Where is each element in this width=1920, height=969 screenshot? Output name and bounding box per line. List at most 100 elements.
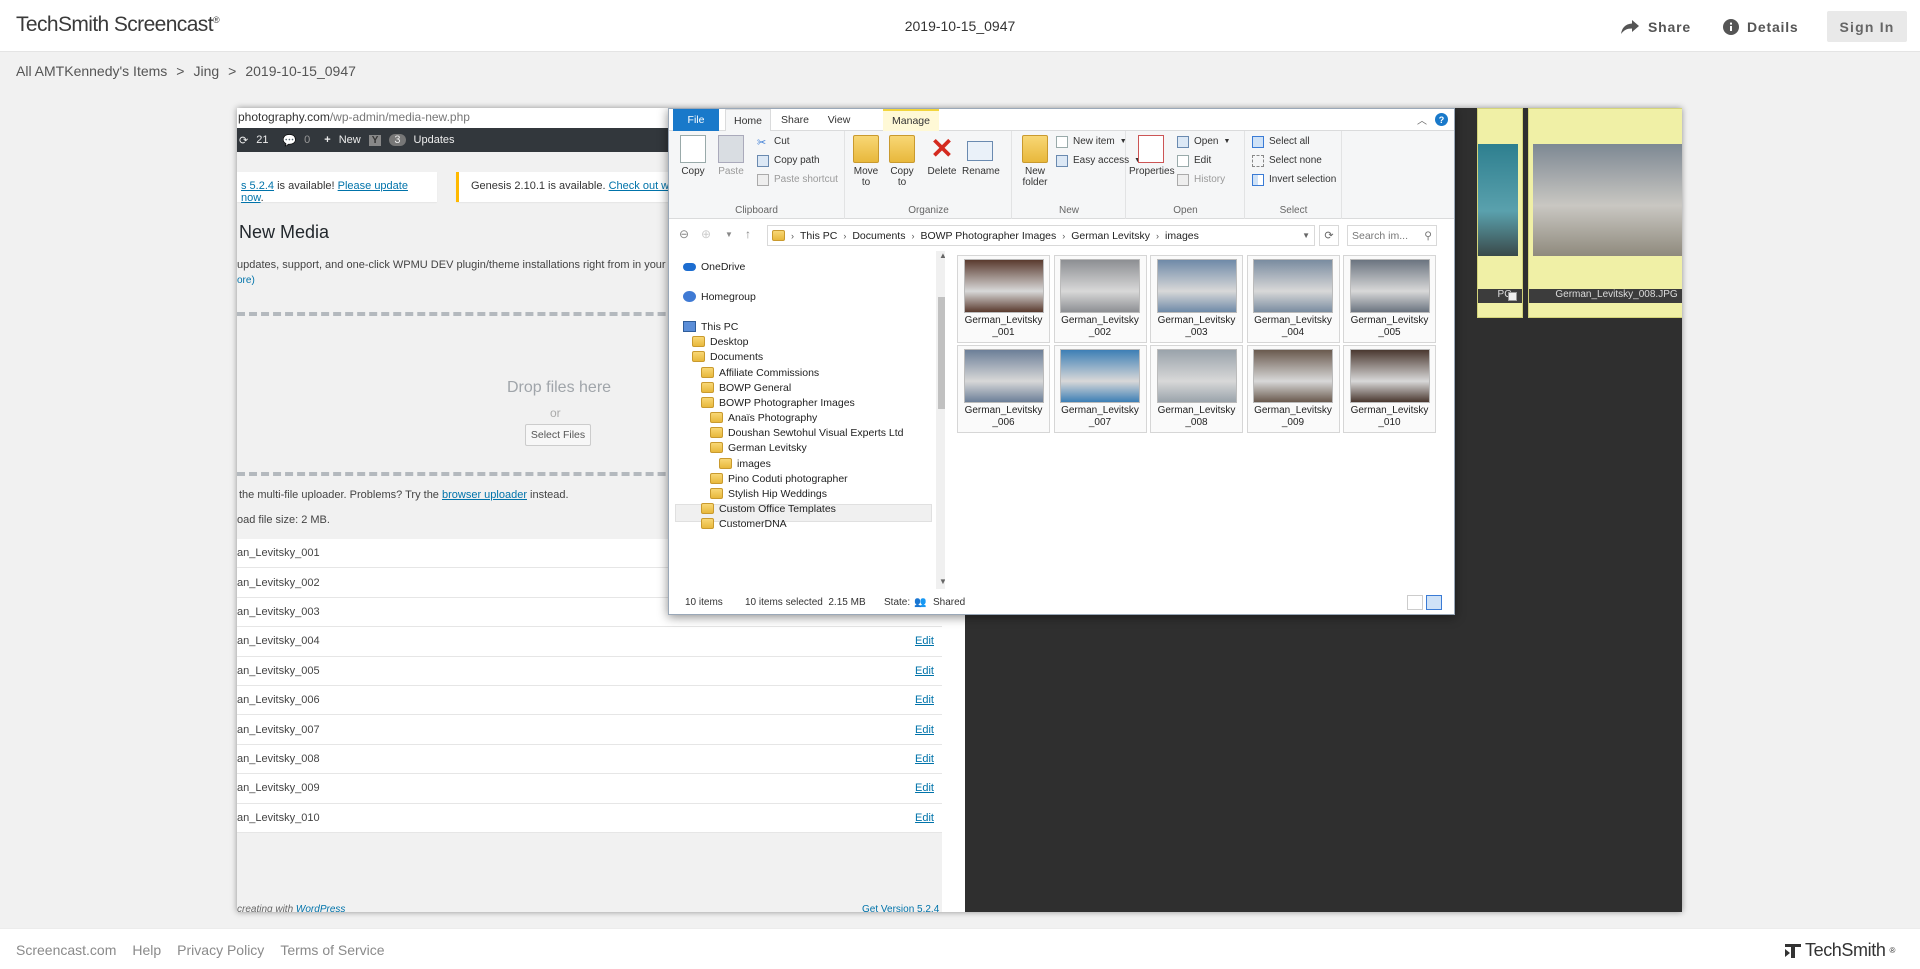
file-thumbnail: [1349, 259, 1430, 313]
move-to-icon: [853, 135, 879, 163]
select-all-button[interactable]: Select all: [1252, 133, 1310, 150]
nav-scrollbar[interactable]: ▲ ▼: [936, 251, 945, 589]
footer-link-screencast[interactable]: Screencast.com: [16, 942, 116, 958]
footer-link-privacy[interactable]: Privacy Policy: [177, 942, 264, 958]
copy-path-button[interactable]: Copy path: [757, 152, 820, 169]
shared-users-icon: 👥: [914, 597, 927, 608]
refresh-icon[interactable]: ⟳: [1319, 225, 1339, 246]
onedrive-cloud-icon: [683, 262, 696, 271]
uploaded-file-row: an_Levitsky_007 Edit: [237, 715, 942, 745]
folder-icon: [701, 367, 714, 378]
file-tile[interactable]: German_Levitsky _002: [1053, 255, 1147, 343]
details-view-icon[interactable]: [1407, 595, 1423, 610]
new-folder-icon: [1022, 135, 1048, 163]
scroll-down-arrow-icon[interactable]: ▼: [939, 577, 945, 586]
rename-button[interactable]: Rename: [962, 135, 1000, 177]
techsmith-logo[interactable]: TechSmith ®: [1785, 940, 1895, 961]
path-separator: ›: [1156, 230, 1160, 241]
tab-share[interactable]: Share: [775, 109, 815, 131]
easy-access-icon: [1056, 154, 1068, 167]
address-path[interactable]: › This PC › Documents › BOWP Photographe…: [767, 225, 1315, 246]
up-arrow-icon[interactable]: ↑: [745, 227, 751, 241]
address-dropdown-icon[interactable]: ▼: [1302, 231, 1310, 240]
file-tile[interactable]: German_Levitsky _006: [957, 345, 1050, 433]
uploaded-file-name: an_Levitsky_009: [237, 782, 320, 795]
path-documents[interactable]: Documents: [852, 230, 905, 242]
collapse-ribbon-icon[interactable]: ︿: [1417, 112, 1427, 127]
file-tile[interactable]: German_Levitsky _007: [1053, 345, 1147, 433]
footer-link-help[interactable]: Help: [132, 942, 161, 958]
edit-button[interactable]: Edit: [1177, 152, 1211, 169]
wp-footer-version: Get Version 5.2.4: [862, 904, 940, 912]
breadcrumb-all-items[interactable]: All AMTKennedy's Items: [16, 63, 167, 79]
breadcrumb: All AMTKennedy's Items > Jing > 2019-10-…: [16, 63, 356, 79]
path-this-pc[interactable]: This PC: [800, 230, 837, 242]
cut-button[interactable]: ✂ Cut: [757, 133, 790, 150]
tab-file[interactable]: File: [673, 109, 719, 131]
tree-item-label: images: [737, 457, 771, 470]
tree-item[interactable]: OneDrive: [683, 258, 745, 275]
copy-button[interactable]: Copy: [675, 135, 711, 177]
uploaded-file-name: an_Levitsky_005: [237, 664, 320, 677]
folder-icon: [701, 518, 714, 529]
tab-home[interactable]: Home: [725, 109, 771, 131]
path-separator: ›: [1062, 230, 1066, 241]
file-name-line: German_Levitsky: [1157, 405, 1236, 416]
edit-link: Edit: [915, 811, 934, 824]
move-to-button[interactable]: Move to: [848, 135, 884, 188]
scroll-up-arrow-icon[interactable]: ▲: [939, 251, 945, 260]
folder-icon: [710, 488, 723, 499]
large-icons-view-icon[interactable]: [1426, 595, 1442, 610]
paste-button[interactable]: Paste: [713, 135, 749, 177]
paste-shortcut-button[interactable]: Paste shortcut: [757, 171, 838, 188]
forward-arrow-icon[interactable]: ⊕: [701, 227, 711, 241]
file-tile[interactable]: German_Levitsky _010: [1343, 345, 1436, 433]
file-name-line: German_Levitsky: [1061, 315, 1139, 326]
tree-item[interactable]: Documents: [692, 348, 763, 365]
tab-view[interactable]: View: [819, 109, 859, 131]
footer-link-terms[interactable]: Terms of Service: [280, 942, 384, 958]
path-german-levitsky[interactable]: German Levitsky: [1071, 230, 1150, 242]
file-tile[interactable]: German_Levitsky _008: [1150, 345, 1243, 433]
share-arrow-icon: [1621, 20, 1639, 34]
recent-dropdown-icon[interactable]: ▼: [725, 230, 733, 239]
delete-x-icon: ✕: [930, 133, 954, 164]
details-button[interactable]: Details: [1723, 16, 1799, 38]
tree-item[interactable]: German Levitsky: [710, 439, 807, 456]
new-item-button[interactable]: New item ▼: [1056, 133, 1127, 150]
file-tile[interactable]: German_Levitsky _001: [957, 255, 1050, 343]
path-bowp[interactable]: BOWP Photographer Images: [920, 230, 1056, 242]
path-images[interactable]: images: [1165, 230, 1199, 242]
sign-in-button[interactable]: Sign In: [1827, 11, 1907, 42]
uploaded-file-name: an_Levitsky_006: [237, 694, 320, 707]
tree-item[interactable]: CustomerDNA: [701, 515, 787, 532]
properties-button[interactable]: Properties: [1129, 135, 1175, 177]
help-icon[interactable]: ?: [1435, 113, 1448, 126]
file-tile[interactable]: German_Levitsky _003: [1150, 255, 1243, 343]
file-thumbnail: [963, 259, 1044, 313]
file-tile[interactable]: German_Levitsky _009: [1246, 345, 1340, 433]
delete-button[interactable]: ✕ Delete: [924, 133, 960, 178]
tree-item-label: CustomerDNA: [719, 517, 787, 530]
breadcrumb-jing[interactable]: Jing: [193, 63, 219, 79]
new-folder-button[interactable]: New folder: [1017, 135, 1053, 188]
tree-item[interactable]: Homegroup: [683, 288, 756, 305]
share-button[interactable]: Share: [1620, 16, 1691, 38]
status-item-count: 10 items: [685, 597, 723, 608]
history-button[interactable]: History: [1177, 171, 1225, 188]
search-input[interactable]: Search im... ⚲: [1347, 225, 1437, 246]
open-button[interactable]: Open ▼: [1177, 133, 1230, 150]
uploaded-file-row: an_Levitsky_009 Edit: [237, 774, 942, 804]
edit-link: Edit: [915, 782, 934, 795]
file-tile[interactable]: German_Levitsky _005: [1343, 255, 1436, 343]
file-name: German_Levitsky _001: [958, 315, 1049, 338]
tab-manage[interactable]: Manage: [883, 109, 939, 131]
copy-to-button[interactable]: Copy to: [884, 135, 920, 188]
select-none-button[interactable]: Select none: [1252, 152, 1322, 169]
file-name-line: German_Levitsky: [1157, 315, 1236, 326]
scrollbar-thumb[interactable]: [938, 297, 945, 409]
back-arrow-icon[interactable]: ⊖: [679, 227, 689, 241]
file-name-line: German_Levitsky: [1254, 315, 1332, 326]
invert-selection-button[interactable]: Invert selection: [1252, 171, 1336, 188]
file-tile[interactable]: German_Levitsky _004: [1246, 255, 1340, 343]
